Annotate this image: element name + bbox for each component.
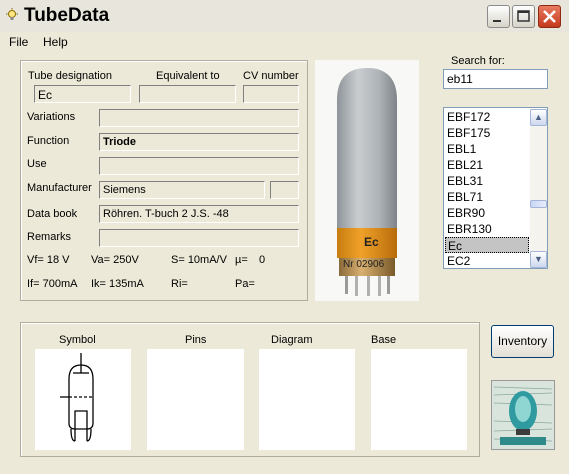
tube-photo: Ec Nr 02906 xyxy=(315,60,419,301)
inventory-button[interactable]: Inventory xyxy=(491,325,554,358)
function-label: Function xyxy=(27,135,70,147)
variations-field[interactable] xyxy=(99,109,299,127)
tube-label: Ec xyxy=(364,235,379,249)
symbol-label: Symbol xyxy=(59,334,96,346)
remarks-field[interactable] xyxy=(99,229,299,247)
list-item[interactable]: EBL31 xyxy=(445,173,529,189)
cv-field[interactable] xyxy=(243,85,299,103)
pins-label: Pins xyxy=(185,334,207,346)
equivalent-label: Equivalent to xyxy=(156,70,220,82)
symbol-panel xyxy=(35,349,131,450)
scroll-up-button[interactable]: ▲ xyxy=(530,109,547,126)
minimize-button[interactable] xyxy=(487,5,510,28)
tube-serial: Nr 02906 xyxy=(343,259,385,270)
menu-file[interactable]: File xyxy=(9,35,28,49)
window-title: TubeData xyxy=(24,5,110,26)
close-icon xyxy=(543,10,556,23)
diagram-label: Diagram xyxy=(271,334,313,346)
app-logo xyxy=(491,380,555,450)
param-mu: µ= xyxy=(235,254,248,266)
param-va: Va= 250V xyxy=(91,254,139,266)
search-input[interactable] xyxy=(443,69,548,89)
param-ri: Ri= xyxy=(171,278,188,290)
designation-label: Tube designation xyxy=(28,70,112,82)
list-item[interactable]: Ec xyxy=(445,237,529,253)
remarks-label: Remarks xyxy=(27,231,72,243)
manufacturer-extra-field[interactable] xyxy=(270,181,299,199)
function-field[interactable]: Triode xyxy=(99,133,299,151)
designation-field[interactable]: Ec xyxy=(34,85,131,103)
triode-symbol-icon xyxy=(60,353,94,442)
base-panel xyxy=(371,349,467,450)
param-vf: Vf= 18 V xyxy=(27,254,70,266)
manufacturer-label: Manufacturer xyxy=(27,182,92,194)
menu-help[interactable]: Help xyxy=(43,35,68,49)
param-mu-value: 0 xyxy=(259,254,266,266)
base-label: Base xyxy=(371,334,397,346)
equivalent-field[interactable] xyxy=(139,85,236,103)
diagram-panel xyxy=(259,349,355,450)
tube-listbox[interactable]: EBF172 EBF175 EBL1 EBL21 EBL31 EBL71 EBR90 EBR1… xyxy=(443,107,548,269)
param-pa: Pa= xyxy=(235,278,255,290)
list-item[interactable]: EBF172 xyxy=(445,109,529,125)
list-item[interactable]: EC2 xyxy=(445,253,529,269)
list-item[interactable]: EBL21 xyxy=(445,157,529,173)
list-item[interactable]: EBL1 xyxy=(445,141,529,157)
scroll-down-button[interactable]: ▼ xyxy=(530,251,547,268)
param-s: S= 10mA/V xyxy=(171,254,227,266)
manufacturer-field[interactable]: Siemens xyxy=(99,181,265,199)
minimize-icon xyxy=(493,20,501,22)
close-button[interactable] xyxy=(538,5,561,28)
pins-panel xyxy=(147,349,244,450)
use-label: Use xyxy=(27,158,47,170)
list-item[interactable]: EBR130 xyxy=(445,221,529,237)
databook-label: Data book xyxy=(27,208,78,220)
list-item[interactable]: EBR90 xyxy=(445,205,529,221)
search-label: Search for: xyxy=(451,55,505,67)
databook-field[interactable]: Röhren. T-buch 2 J.S. -48 xyxy=(99,205,299,223)
menu-bar xyxy=(0,32,569,52)
maximize-button[interactable] xyxy=(512,5,535,28)
param-ik: Ik= 135mA xyxy=(91,278,144,290)
bulb-icon xyxy=(6,8,18,20)
list-item[interactable]: EBL71 xyxy=(445,189,529,205)
tube-logo-icon xyxy=(492,381,554,449)
list-scrollbar[interactable]: ▲ ▼ xyxy=(530,109,547,268)
maximize-icon xyxy=(517,10,530,22)
list-item[interactable]: EBF175 xyxy=(445,125,529,141)
cv-label: CV number xyxy=(243,70,299,82)
param-if: If= 700mA xyxy=(27,278,78,290)
use-field[interactable] xyxy=(99,157,299,175)
variations-label: Variations xyxy=(27,111,76,123)
scroll-thumb[interactable] xyxy=(530,200,547,208)
